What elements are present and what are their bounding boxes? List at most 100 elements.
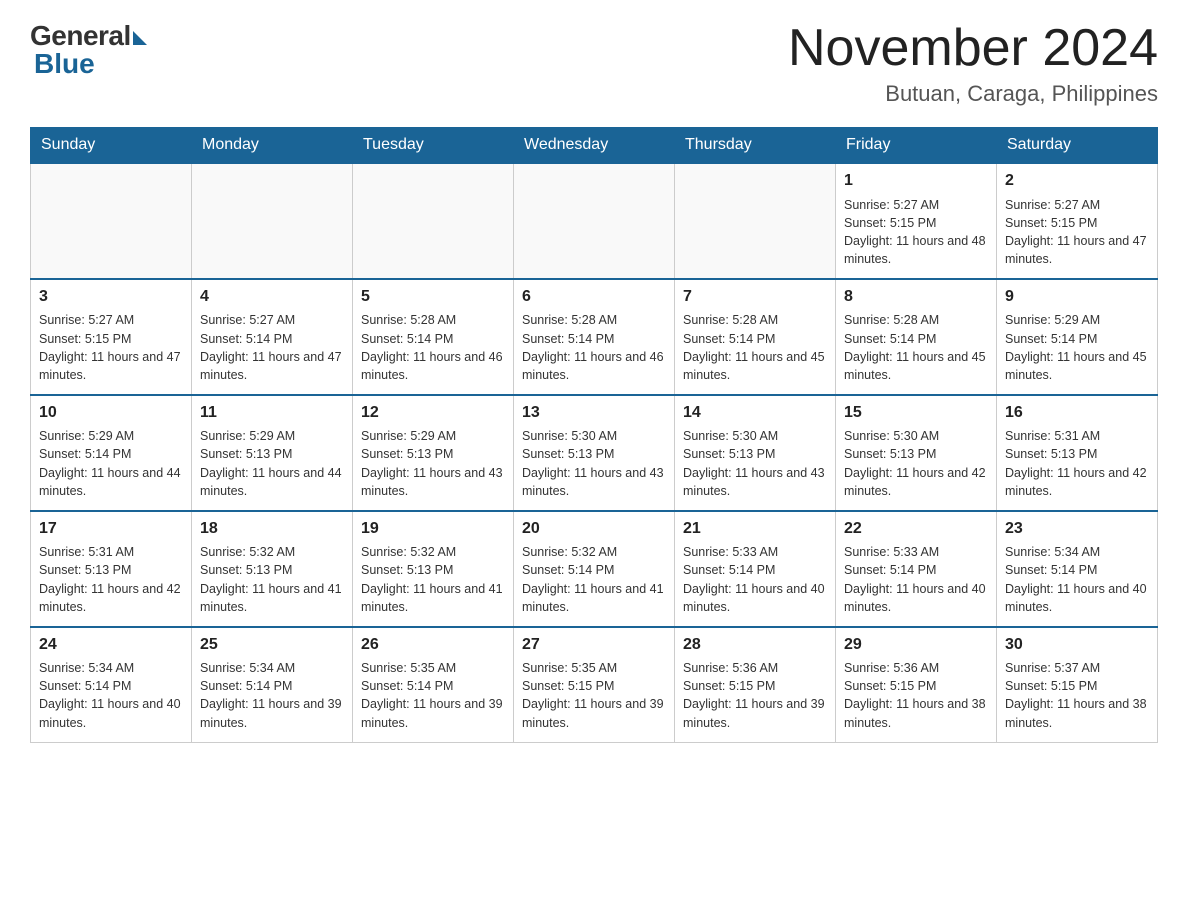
day-number: 17: [39, 518, 183, 540]
day-number: 26: [361, 634, 505, 656]
table-row: 15Sunrise: 5:30 AMSunset: 5:13 PMDayligh…: [836, 395, 997, 511]
day-number: 9: [1005, 286, 1149, 308]
table-row: 10Sunrise: 5:29 AMSunset: 5:14 PMDayligh…: [31, 395, 192, 511]
table-row: 9Sunrise: 5:29 AMSunset: 5:14 PMDaylight…: [997, 279, 1158, 395]
table-row: 21 Sunrise: 5:33 AMSunset: 5:14 PMDayligh…: [675, 511, 836, 627]
logo-arrow-icon: [133, 31, 147, 45]
table-row: 22 Sunrise: 5:33 AMSunset: 5:14 PMDayligh…: [836, 511, 997, 627]
table-row: 13 Sunrise: 5:30 AMSunset: 5:13 PMDayligh…: [514, 395, 675, 511]
day-number: 16: [1005, 402, 1149, 424]
day-number: 21: [683, 518, 827, 540]
day-info: Sunrise: 5:27 AMSunset: 5:14 PMDaylight:…: [200, 311, 344, 384]
day-info: Sunrise: 5:35 AMSunset: 5:14 PMDaylight:…: [361, 659, 505, 732]
calendar-week-1: 1 Sunrise: 5:27 AMSunset: 5:15 PMDaylight…: [31, 163, 1158, 279]
calendar-table: Sunday Monday Tuesday Wednesday Thursday…: [30, 127, 1158, 742]
col-sunday: Sunday: [31, 128, 192, 164]
day-number: 6: [522, 286, 666, 308]
day-number: 28: [683, 634, 827, 656]
day-number: 1: [844, 170, 988, 192]
logo-blue-text: Blue: [34, 48, 95, 80]
day-info: Sunrise: 5:29 AMSunset: 5:13 PMDaylight:…: [200, 427, 344, 500]
day-info: Sunrise: 5:27 AMSunset: 5:15 PMDaylight:…: [39, 311, 183, 384]
table-row: 30 Sunrise: 5:37 AMSunset: 5:15 PMDayligh…: [997, 627, 1158, 742]
day-info: Sunrise: 5:37 AMSunset: 5:15 PMDaylight:…: [1005, 659, 1149, 732]
table-row: 16 Sunrise: 5:31 AMSunset: 5:13 PMDayligh…: [997, 395, 1158, 511]
day-number: 14: [683, 402, 827, 424]
col-monday: Monday: [192, 128, 353, 164]
table-row: 2 Sunrise: 5:27 AMSunset: 5:15 PMDaylight…: [997, 163, 1158, 279]
calendar-header-row: Sunday Monday Tuesday Wednesday Thursday…: [31, 128, 1158, 164]
table-row: 7Sunrise: 5:28 AMSunset: 5:14 PMDaylight…: [675, 279, 836, 395]
table-row: 8 Sunrise: 5:28 AMSunset: 5:14 PMDaylight…: [836, 279, 997, 395]
calendar-week-4: 17 Sunrise: 5:31 AMSunset: 5:13 PMDayligh…: [31, 511, 1158, 627]
table-row: 12Sunrise: 5:29 AMSunset: 5:13 PMDayligh…: [353, 395, 514, 511]
day-info: Sunrise: 5:36 AMSunset: 5:15 PMDaylight:…: [683, 659, 827, 732]
table-row: [514, 163, 675, 279]
table-row: [353, 163, 514, 279]
day-number: 3: [39, 286, 183, 308]
table-row: 5 Sunrise: 5:28 AMSunset: 5:14 PMDaylight…: [353, 279, 514, 395]
table-row: 28 Sunrise: 5:36 AMSunset: 5:15 PMDayligh…: [675, 627, 836, 742]
table-row: 4 Sunrise: 5:27 AMSunset: 5:14 PMDaylight…: [192, 279, 353, 395]
col-saturday: Saturday: [997, 128, 1158, 164]
table-row: 20 Sunrise: 5:32 AMSunset: 5:14 PMDayligh…: [514, 511, 675, 627]
table-row: [31, 163, 192, 279]
month-year-title: November 2024: [788, 20, 1158, 77]
day-info: Sunrise: 5:29 AMSunset: 5:13 PMDaylight:…: [361, 427, 505, 500]
table-row: 23Sunrise: 5:34 AMSunset: 5:14 PMDayligh…: [997, 511, 1158, 627]
day-number: 15: [844, 402, 988, 424]
table-row: 24Sunrise: 5:34 AMSunset: 5:14 PMDayligh…: [31, 627, 192, 742]
col-friday: Friday: [836, 128, 997, 164]
day-info: Sunrise: 5:28 AMSunset: 5:14 PMDaylight:…: [361, 311, 505, 384]
day-number: 2: [1005, 170, 1149, 192]
col-wednesday: Wednesday: [514, 128, 675, 164]
day-info: Sunrise: 5:34 AMSunset: 5:14 PMDaylight:…: [1005, 543, 1149, 616]
day-number: 10: [39, 402, 183, 424]
location-subtitle: Butuan, Caraga, Philippines: [788, 81, 1158, 107]
day-number: 4: [200, 286, 344, 308]
col-thursday: Thursday: [675, 128, 836, 164]
table-row: 29Sunrise: 5:36 AMSunset: 5:15 PMDayligh…: [836, 627, 997, 742]
day-info: Sunrise: 5:33 AMSunset: 5:14 PMDaylight:…: [683, 543, 827, 616]
day-number: 8: [844, 286, 988, 308]
day-number: 27: [522, 634, 666, 656]
table-row: 25 Sunrise: 5:34 AMSunset: 5:14 PMDayligh…: [192, 627, 353, 742]
day-info: Sunrise: 5:28 AMSunset: 5:14 PMDaylight:…: [844, 311, 988, 384]
day-number: 22: [844, 518, 988, 540]
table-row: 19 Sunrise: 5:32 AMSunset: 5:13 PMDayligh…: [353, 511, 514, 627]
day-info: Sunrise: 5:32 AMSunset: 5:14 PMDaylight:…: [522, 543, 666, 616]
page-header: General Blue November 2024 Butuan, Carag…: [30, 20, 1158, 107]
day-info: Sunrise: 5:34 AMSunset: 5:14 PMDaylight:…: [200, 659, 344, 732]
day-number: 24: [39, 634, 183, 656]
day-info: Sunrise: 5:32 AMSunset: 5:13 PMDaylight:…: [361, 543, 505, 616]
day-number: 25: [200, 634, 344, 656]
col-tuesday: Tuesday: [353, 128, 514, 164]
day-number: 20: [522, 518, 666, 540]
day-info: Sunrise: 5:28 AMSunset: 5:14 PMDaylight:…: [522, 311, 666, 384]
day-number: 18: [200, 518, 344, 540]
day-info: Sunrise: 5:28 AMSunset: 5:14 PMDaylight:…: [683, 311, 827, 384]
day-info: Sunrise: 5:33 AMSunset: 5:14 PMDaylight:…: [844, 543, 988, 616]
calendar-week-3: 10Sunrise: 5:29 AMSunset: 5:14 PMDayligh…: [31, 395, 1158, 511]
calendar-week-5: 24 Sunrise: 5:34 AMSunset: 5:14 PMDayligh…: [31, 627, 1158, 742]
day-number: 11: [200, 402, 344, 424]
table-row: [192, 163, 353, 279]
day-info: Sunrise: 5:32 AMSunset: 5:13 PMDaylight:…: [200, 543, 344, 616]
day-number: 13: [522, 402, 666, 424]
table-row: 17 Sunrise: 5:31 AMSunset: 5:13 PMDayligh…: [31, 511, 192, 627]
day-number: 19: [361, 518, 505, 540]
day-info: Sunrise: 5:27 AMSunset: 5:15 PMDaylight:…: [1005, 196, 1149, 269]
calendar-week-2: 3 Sunrise: 5:27 AMSunset: 5:15 PMDaylight…: [31, 279, 1158, 395]
day-info: Sunrise: 5:35 AMSunset: 5:15 PMDaylight:…: [522, 659, 666, 732]
table-row: 11 Sunrise: 5:29 AMSunset: 5:13 PMDayligh…: [192, 395, 353, 511]
table-row: 6 Sunrise: 5:28 AMSunset: 5:14 PMDaylight…: [514, 279, 675, 395]
table-row: 18 Sunrise: 5:32 AMSunset: 5:13 PMDayligh…: [192, 511, 353, 627]
day-number: 5: [361, 286, 505, 308]
day-info: Sunrise: 5:36 AMSunset: 5:15 PMDaylight:…: [844, 659, 988, 732]
day-info: Sunrise: 5:31 AMSunset: 5:13 PMDaylight:…: [39, 543, 183, 616]
day-info: Sunrise: 5:30 AMSunset: 5:13 PMDaylight:…: [522, 427, 666, 500]
table-row: 1Sunrise: 5:27 AMSunset: 5:15 PMDaylight…: [836, 163, 997, 279]
table-row: [675, 163, 836, 279]
day-info: Sunrise: 5:31 AMSunset: 5:13 PMDaylight:…: [1005, 427, 1149, 500]
day-number: 30: [1005, 634, 1149, 656]
